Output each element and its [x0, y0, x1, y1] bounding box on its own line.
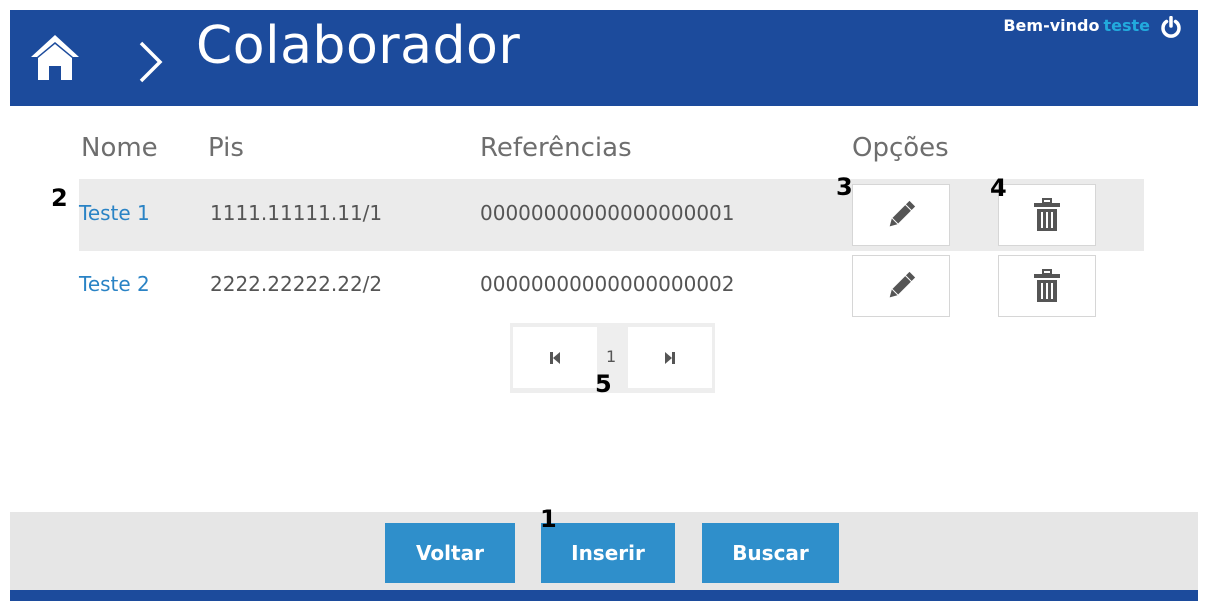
table-row: Teste 2 2222.22222.22/2 0000000000000000… — [79, 250, 1144, 322]
chevron-right-icon — [139, 41, 163, 83]
referencias-value: 00000000000000000002 — [480, 272, 735, 296]
edit-button[interactable] — [852, 184, 950, 246]
annotation-marker-5: 5 — [595, 370, 612, 398]
annotation-marker-2: 2 — [51, 184, 68, 212]
app-frame: Colaborador Bem-vindo teste Nome Pis Refe… — [10, 10, 1198, 601]
delete-button[interactable] — [998, 184, 1096, 246]
welcome-label: Bem-vindo — [1003, 16, 1100, 35]
pis-value: 2222.22222.22/2 — [210, 272, 383, 296]
column-header-opcoes: Opções — [852, 133, 949, 163]
last-page-button[interactable] — [628, 327, 712, 388]
pis-value: 1111.11111.11/1 — [210, 201, 383, 225]
table-row: Teste 1 1111.11111.11/1 0000000000000000… — [79, 179, 1144, 251]
username-link[interactable]: teste — [1103, 16, 1150, 35]
page-title: Colaborador — [196, 16, 521, 76]
pencil-icon — [889, 200, 916, 227]
welcome-message: Bem-vindo teste — [1003, 16, 1150, 35]
buscar-button[interactable]: Buscar — [702, 523, 839, 583]
inserir-button[interactable]: Inserir — [541, 523, 675, 583]
current-page-number: 1 — [606, 347, 617, 366]
last-page-icon — [665, 351, 675, 364]
edit-button[interactable] — [852, 255, 950, 317]
delete-button[interactable] — [998, 255, 1096, 317]
pencil-icon — [889, 271, 916, 298]
column-header-referencias: Referências — [480, 133, 632, 163]
column-header-pis: Pis — [208, 133, 244, 163]
collaborator-name-link[interactable]: Teste 2 — [79, 272, 150, 296]
home-icon[interactable] — [28, 30, 82, 82]
annotation-marker-4: 4 — [990, 174, 1007, 202]
collaborator-name-link[interactable]: Teste 1 — [79, 201, 150, 225]
annotation-marker-3: 3 — [836, 173, 853, 201]
referencias-value: 00000000000000000001 — [480, 201, 735, 225]
first-page-icon — [550, 351, 560, 364]
trash-icon — [1034, 198, 1060, 231]
page-header: Colaborador Bem-vindo teste — [10, 10, 1198, 106]
first-page-button[interactable] — [513, 327, 597, 388]
power-icon[interactable] — [1160, 16, 1182, 38]
voltar-button[interactable]: Voltar — [385, 523, 515, 583]
annotation-marker-1: 1 — [540, 505, 557, 533]
trash-icon — [1034, 269, 1060, 302]
content-area: Nome Pis Referências Opções Teste 1 1111… — [10, 106, 1198, 512]
footer-bar: Voltar Inserir Buscar — [10, 512, 1198, 590]
column-header-nome: Nome — [81, 133, 158, 163]
pagination: 1 — [510, 323, 715, 393]
